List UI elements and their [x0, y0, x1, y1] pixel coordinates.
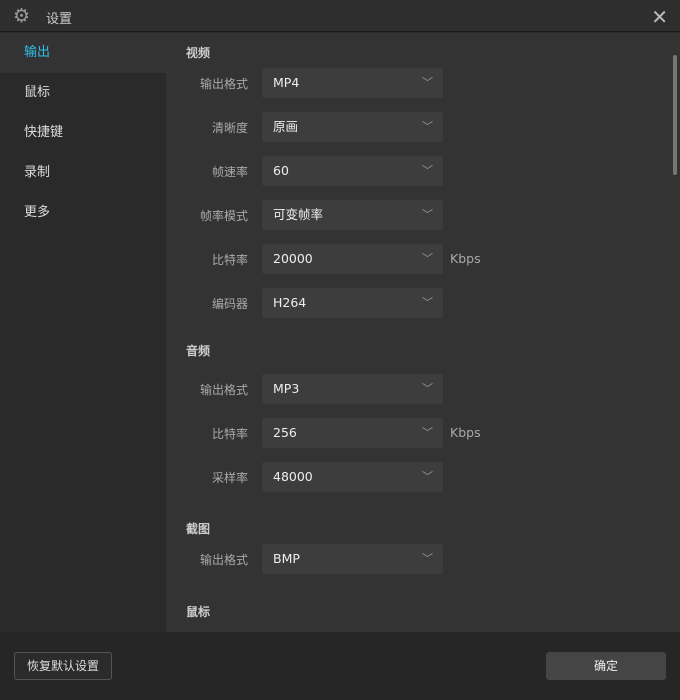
video-format-select[interactable]: MP4 ﹀ [262, 68, 443, 98]
chevron-down-icon: ﹀ [422, 470, 433, 483]
audio-bitrate-row: 比特率 256 ﹀ Kbps [166, 418, 666, 448]
video-quality-select[interactable]: 原画 ﹀ [262, 112, 443, 142]
ok-button[interactable]: 确定 [546, 652, 666, 680]
select-value: MP3 [273, 381, 300, 396]
chevron-down-icon: ﹀ [422, 426, 433, 439]
video-quality-row: 清晰度 原画 ﹀ [166, 112, 666, 142]
select-value: 可变帧率 [273, 207, 324, 222]
chevron-down-icon: ﹀ [422, 76, 433, 89]
field-label: 输出格式 [199, 383, 248, 397]
sidebar: 输出 鼠标 快捷键 录制 更多 [0, 33, 166, 632]
chevron-down-icon: ﹀ [422, 296, 433, 309]
unit-label: Kbps [450, 251, 481, 266]
scrollbar-thumb[interactable] [673, 55, 677, 175]
title-bar: ⚙ 设置 ✕ [0, 0, 680, 32]
chevron-down-icon: ﹀ [422, 164, 433, 177]
video-fps-mode-row: 帧率模式 可变帧率 ﹀ [166, 200, 666, 230]
field-label: 帧率模式 [199, 209, 248, 223]
video-bitrate-row: 比特率 20000 ﹀ Kbps [166, 244, 666, 274]
window-title: 设置 [46, 12, 73, 27]
chevron-down-icon: ﹀ [422, 208, 433, 221]
audio-format-row: 输出格式 MP3 ﹀ [166, 374, 666, 404]
section-screenshot-title: 截图 [186, 522, 211, 536]
section-audio-title: 音频 [186, 344, 211, 358]
field-label: 输出格式 [199, 553, 248, 567]
sidebar-item-mouse[interactable]: 鼠标 [0, 73, 166, 113]
audio-bitrate-select[interactable]: 256 ﹀ [262, 418, 443, 448]
field-label: 清晰度 [211, 121, 248, 135]
sidebar-item-hotkeys[interactable]: 快捷键 [0, 113, 166, 153]
chevron-down-icon: ﹀ [422, 120, 433, 133]
chevron-down-icon: ﹀ [422, 252, 433, 265]
select-value: H264 [273, 295, 307, 310]
unit-label: Kbps [450, 425, 481, 440]
field-label: 帧速率 [211, 165, 248, 179]
field-label: 输出格式 [199, 77, 248, 91]
select-value: BMP [273, 551, 300, 566]
select-value: 60 [273, 163, 289, 178]
video-fps-mode-select[interactable]: 可变帧率 ﹀ [262, 200, 443, 230]
gear-icon: ⚙ [13, 5, 31, 27]
field-label: 采样率 [211, 471, 248, 485]
video-encoder-select[interactable]: H264 ﹀ [262, 288, 443, 318]
footer: 恢复默认设置 确定 [0, 632, 680, 700]
select-value: 48000 [273, 469, 313, 484]
video-format-row: 输出格式 MP4 ﹀ [166, 68, 666, 98]
select-value: 256 [273, 425, 297, 440]
screenshot-format-row: 输出格式 BMP ﹀ [166, 544, 666, 574]
sidebar-item-record[interactable]: 录制 [0, 153, 166, 193]
audio-samplerate-select[interactable]: 48000 ﹀ [262, 462, 443, 492]
audio-format-select[interactable]: MP3 ﹀ [262, 374, 443, 404]
select-value: 原画 [273, 119, 299, 134]
close-icon[interactable]: ✕ [651, 5, 668, 29]
screenshot-format-select[interactable]: BMP ﹀ [262, 544, 443, 574]
select-value: MP4 [273, 75, 300, 90]
video-bitrate-select[interactable]: 20000 ﹀ [262, 244, 443, 274]
sidebar-item-output[interactable]: 输出 [0, 33, 166, 73]
field-label: 编码器 [211, 297, 248, 311]
video-encoder-row: 编码器 H264 ﹀ [166, 288, 666, 318]
chevron-down-icon: ﹀ [422, 382, 433, 395]
restore-defaults-button[interactable]: 恢复默认设置 [14, 652, 112, 680]
video-fps-row: 帧速率 60 ﹀ [166, 156, 666, 186]
select-value: 20000 [273, 251, 313, 266]
section-video-title: 视频 [186, 46, 211, 60]
chevron-down-icon: ﹀ [422, 552, 433, 565]
audio-samplerate-row: 采样率 48000 ﹀ [166, 462, 666, 492]
field-label: 比特率 [211, 253, 248, 267]
video-fps-select[interactable]: 60 ﹀ [262, 156, 443, 186]
settings-content: 视频 输出格式 MP4 ﹀ 清晰度 原画 ﹀ 帧速率 60 ﹀ 帧率模式 可变帧率 ﹀ 比特率 2… [166, 33, 680, 632]
sidebar-item-more[interactable]: 更多 [0, 193, 166, 233]
field-label: 比特率 [211, 427, 248, 441]
section-mouse-title: 鼠标 [186, 605, 211, 619]
